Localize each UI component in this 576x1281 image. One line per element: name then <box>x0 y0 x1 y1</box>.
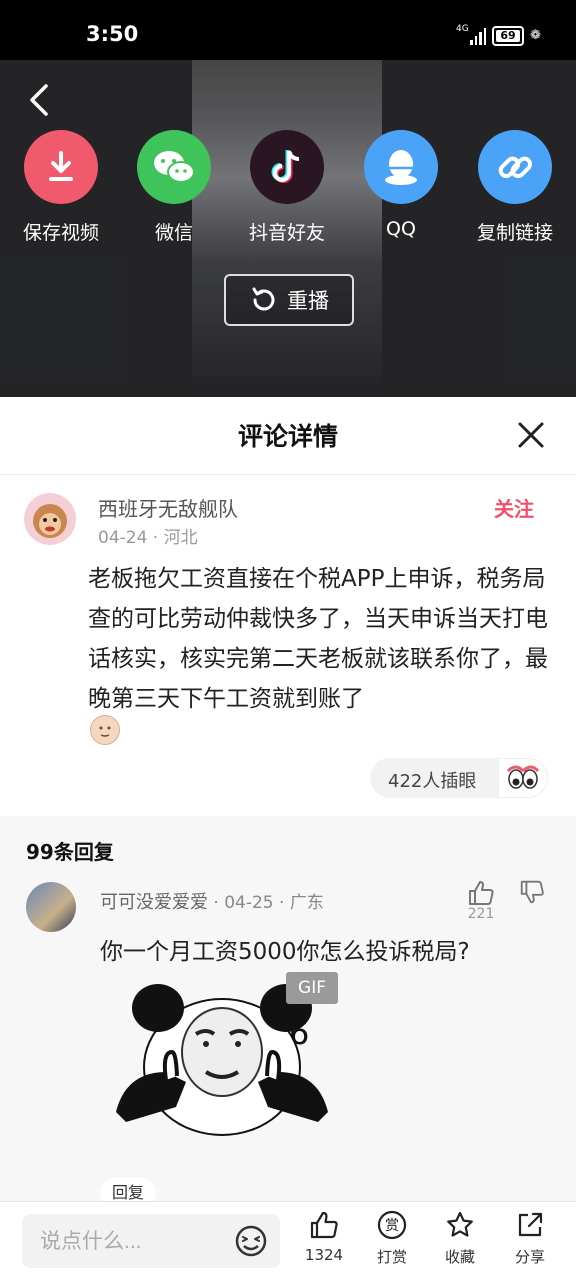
share-label: 微信 <box>154 222 193 244</box>
battery-level: 69 <box>496 30 520 42</box>
thumbs-up-icon <box>310 1211 338 1239</box>
replay-label: 重播 <box>287 289 329 313</box>
follow-button[interactable]: 关注 <box>494 493 534 522</box>
share-label: QQ <box>386 218 416 240</box>
gif-badge: GIF <box>286 972 338 1004</box>
favorite-action[interactable]: 收藏 <box>428 1210 492 1267</box>
reward-action[interactable]: 赏 打赏 <box>360 1210 424 1267</box>
share-action[interactable]: 分享 <box>498 1210 562 1267</box>
bottom-action-bar: 1324 赏 打赏 收藏 分享 <box>0 1201 576 1281</box>
back-icon[interactable] <box>24 82 54 118</box>
status-bar: 3:50 4G 69 ❁ <box>0 0 576 60</box>
comment-username[interactable]: 西班牙无敌舰队 <box>98 493 238 522</box>
comment-input[interactable] <box>38 1226 232 1258</box>
close-icon[interactable] <box>517 421 545 449</box>
star-icon <box>447 1211 473 1237</box>
replies-section: 99条回复 可可没爱爱爱 · 04-25 · 广东 221 你一个月工资5000… <box>0 816 576 1208</box>
signal-icon <box>470 27 486 45</box>
douyin-icon <box>250 130 324 204</box>
like-count: 221 <box>467 906 495 922</box>
action-label: 1324 <box>304 1246 344 1264</box>
charging-leaf-icon: ❁ <box>530 28 541 43</box>
avatar[interactable] <box>26 882 76 932</box>
status-time: 3:50 <box>86 22 139 46</box>
share-douyin-friends[interactable]: 抖音好友 <box>232 130 342 245</box>
network-indicator: 4G <box>456 24 469 34</box>
share-label: 抖音好友 <box>248 222 325 244</box>
main-comment: 西班牙无敌舰队 04-24 · 河北 关注 老板拖欠工资直接在个税APP上申诉，… <box>0 475 576 815</box>
action-label: 打赏 <box>376 1248 407 1266</box>
reply-username[interactable]: 可可没爱爱爱 <box>100 892 208 913</box>
avatar[interactable] <box>24 493 76 545</box>
comment-input-box[interactable] <box>22 1214 280 1268</box>
video-player[interactable]: 保存视频 微信 抖音好友 QQ 复制链接 重播 <box>0 60 576 397</box>
wechat-icon <box>137 130 211 204</box>
gif-caption: 6 <box>289 1014 309 1052</box>
reply-meta: · 04-25 · 广东 <box>208 893 324 913</box>
share-icon <box>518 1212 543 1237</box>
action-label: 分享 <box>514 1248 545 1266</box>
share-label: 复制链接 <box>476 222 553 244</box>
link-icon <box>478 130 552 204</box>
action-label: 收藏 <box>444 1248 475 1266</box>
reply-text: 你一个月工资5000你怎么投诉税局? <box>100 939 470 965</box>
thumbs-down-icon[interactable] <box>518 878 546 906</box>
panel-title: 评论详情 <box>237 422 338 451</box>
svg-text:赏: 赏 <box>385 1218 399 1234</box>
replay-icon <box>252 287 275 311</box>
share-save-video[interactable]: 保存视频 <box>6 130 116 245</box>
comment-panel-header: 评论详情 <box>0 397 576 475</box>
battery-icon: 69 <box>492 26 524 46</box>
replies-count: 99条回复 <box>26 840 114 864</box>
share-label: 保存视频 <box>22 222 99 244</box>
reply-header: 可可没爱爱爱 · 04-25 · 广东 <box>100 888 324 914</box>
face-emoji-icon <box>90 715 120 745</box>
replay-button[interactable]: 重播 <box>224 274 354 326</box>
comment-meta: 04-24 · 河北 <box>98 528 198 548</box>
eyes-icon <box>498 758 548 798</box>
share-copy-link[interactable]: 复制链接 <box>460 130 570 245</box>
share-wechat[interactable]: 微信 <box>119 130 229 245</box>
share-qq[interactable]: QQ <box>346 130 456 240</box>
like-action[interactable]: 1324 <box>292 1210 356 1264</box>
reaction-count: 422人插眼 <box>388 771 477 792</box>
emoji-icon[interactable] <box>234 1224 268 1258</box>
download-icon <box>24 130 98 204</box>
eye-mark-reaction[interactable]: 422人插眼 <box>370 758 548 798</box>
reward-icon: 赏 <box>377 1210 407 1240</box>
comment-text: 老板拖欠工资直接在个税APP上申诉，税务局查的可比劳动仲裁快多了，当天申诉当天打… <box>88 566 548 712</box>
qq-icon <box>364 130 438 204</box>
thumbs-up-icon[interactable] <box>466 878 496 908</box>
